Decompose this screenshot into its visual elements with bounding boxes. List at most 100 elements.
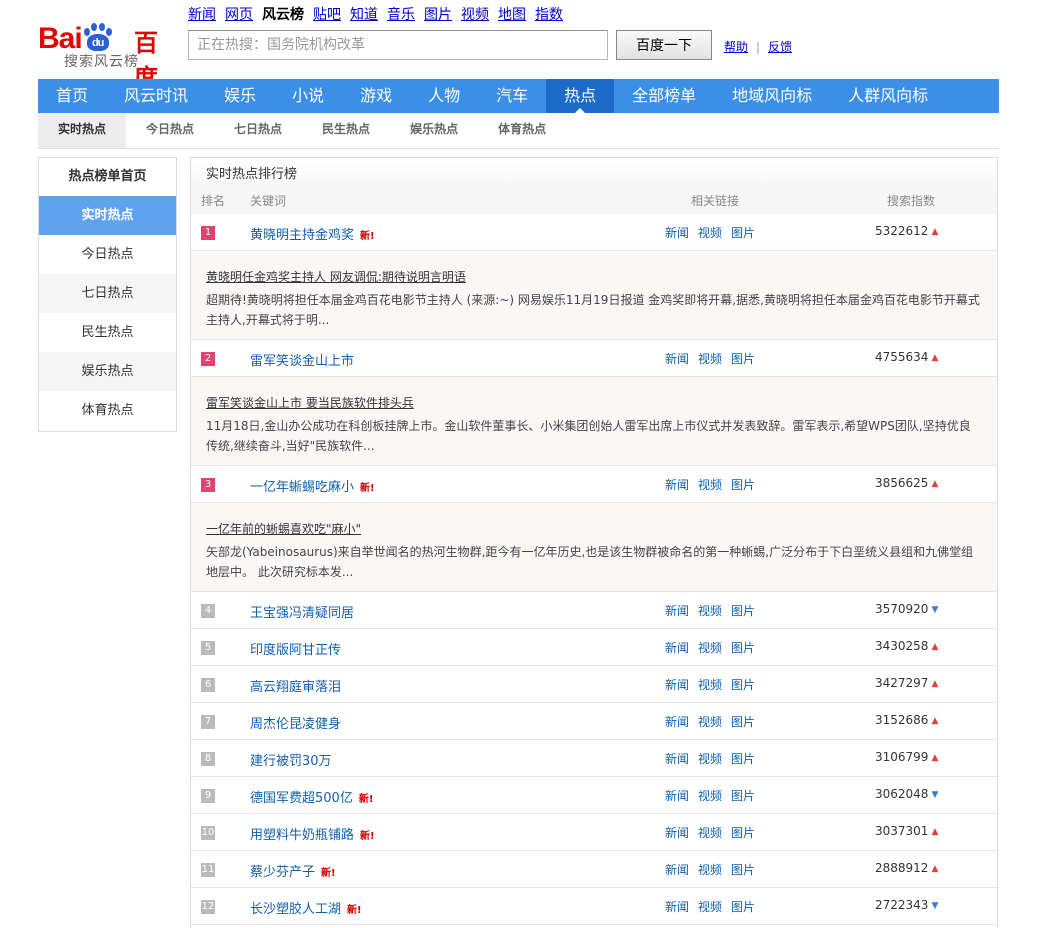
main-nav-item[interactable]: 人群风向标 [830, 79, 946, 113]
help-link[interactable]: 帮助 [724, 40, 748, 54]
main-nav-item[interactable]: 汽车 [478, 79, 546, 113]
keyword-link[interactable]: 印度版阿甘正传 [250, 639, 341, 658]
summary-title-link[interactable]: 雷军笑谈金山上市 要当民族软件排头兵 [206, 394, 981, 411]
image-link[interactable]: 图片 [731, 604, 755, 618]
keyword-link[interactable]: 高云翔庭审落泪 [250, 676, 341, 695]
main-nav-item[interactable]: 人物 [410, 79, 478, 113]
keyword-link[interactable]: 蔡少芬产子 新! [250, 861, 336, 880]
main-nav-item[interactable]: 地域风向标 [714, 79, 830, 113]
sidebar-item[interactable]: 娱乐热点 [39, 352, 176, 391]
keyword-link[interactable]: 建行被罚30万 [250, 750, 332, 769]
news-link[interactable]: 新闻 [665, 478, 689, 492]
sidebar-item[interactable]: 今日热点 [39, 235, 176, 274]
video-link[interactable]: 视频 [698, 678, 722, 692]
summary-title-link[interactable]: 一亿年前的蜥蜴喜欢吃"麻小" [206, 520, 981, 537]
feedback-link[interactable]: 反馈 [768, 40, 792, 54]
keyword-link[interactable]: 黄晓明主持金鸡奖 新! [250, 224, 375, 243]
search-index: 3430258 ▲ [875, 639, 938, 653]
main-nav-item[interactable]: 热点 [546, 79, 615, 114]
video-link[interactable]: 视频 [698, 604, 722, 618]
news-link[interactable]: 新闻 [665, 900, 689, 914]
image-link[interactable]: 图片 [731, 352, 755, 366]
video-link[interactable]: 视频 [698, 863, 722, 877]
sidebar-item[interactable]: 七日热点 [39, 274, 176, 313]
keyword-link[interactable]: 王宝强冯清疑同居 [250, 602, 354, 621]
sub-nav-item[interactable]: 今日热点 [126, 113, 214, 148]
search-index-value: 3037301 [875, 824, 929, 838]
news-link[interactable]: 新闻 [665, 863, 689, 877]
image-link[interactable]: 图片 [731, 752, 755, 766]
news-link[interactable]: 新闻 [665, 352, 689, 366]
trend-up-icon: ▲ [931, 679, 939, 689]
sidebar-item[interactable]: 民生热点 [39, 313, 176, 352]
search-button[interactable]: 百度一下 [616, 30, 712, 60]
keyword-text: 高云翔庭审落泪 [250, 680, 342, 695]
topnav-item[interactable]: 新闻 [188, 7, 216, 23]
news-link[interactable]: 新闻 [665, 226, 689, 240]
news-link[interactable]: 新闻 [665, 604, 689, 618]
sidebar-head[interactable]: 热点榜单首页 [39, 158, 176, 196]
main-nav-item[interactable]: 小说 [274, 79, 342, 113]
keyword-link[interactable]: 雷军笑谈金山上市 [250, 350, 354, 369]
news-link[interactable]: 新闻 [665, 641, 689, 655]
col-keyword: 关键词 [250, 194, 287, 208]
keyword-link[interactable]: 一亿年蜥蜴吃麻小 新! [250, 476, 375, 495]
news-link[interactable]: 新闻 [665, 678, 689, 692]
video-link[interactable]: 视频 [698, 478, 722, 492]
image-link[interactable]: 图片 [731, 789, 755, 803]
topnav-item[interactable]: 指数 [535, 7, 563, 23]
keyword-link[interactable]: 用塑料牛奶瓶铺路 新! [250, 824, 375, 843]
main-nav-item[interactable]: 娱乐 [206, 79, 274, 113]
image-link[interactable]: 图片 [731, 863, 755, 877]
video-link[interactable]: 视频 [698, 715, 722, 729]
video-link[interactable]: 视频 [698, 900, 722, 914]
topnav-item[interactable]: 地图 [498, 7, 526, 23]
keyword-link[interactable]: 长沙塑胶人工湖 新! [250, 898, 362, 917]
news-link[interactable]: 新闻 [665, 752, 689, 766]
topnav-item[interactable]: 音乐 [387, 7, 415, 23]
topnav-item[interactable]: 视频 [461, 7, 489, 23]
image-link[interactable]: 图片 [731, 678, 755, 692]
sub-nav-item[interactable]: 体育热点 [478, 113, 566, 148]
sub-nav-item[interactable]: 七日热点 [214, 113, 302, 148]
sub-nav-item[interactable]: 娱乐热点 [390, 113, 478, 148]
image-link[interactable]: 图片 [731, 226, 755, 240]
main-nav-item[interactable]: 游戏 [342, 79, 410, 113]
image-link[interactable]: 图片 [731, 715, 755, 729]
baidu-logo[interactable]: Bai du 百度 搜索风云榜 [38, 8, 178, 92]
main-nav-item[interactable]: 风云时讯 [106, 79, 206, 113]
main-nav-item[interactable]: 首页 [38, 79, 106, 113]
keyword-link[interactable]: 德国军费超500亿 新! [250, 787, 373, 806]
topnav-item[interactable]: 网页 [225, 7, 253, 23]
rank-badge: 3 [201, 478, 215, 492]
sidebar-item[interactable]: 体育热点 [39, 391, 176, 430]
topnav-item[interactable]: 知道 [350, 7, 378, 23]
search-input[interactable]: 正在热搜：国务院机构改革 [188, 30, 608, 60]
trend-up-icon: ▲ [931, 227, 939, 237]
keyword-link[interactable]: 周杰伦昆凌健身 [250, 713, 341, 732]
video-link[interactable]: 视频 [698, 752, 722, 766]
sub-nav-item[interactable]: 民生热点 [302, 113, 390, 148]
summary-title-link[interactable]: 黄晓明任金鸡奖主持人 网友调侃:期待说明言明语 [206, 268, 981, 285]
topnav-item[interactable]: 贴吧 [313, 7, 341, 23]
video-link[interactable]: 视频 [698, 641, 722, 655]
video-link[interactable]: 视频 [698, 789, 722, 803]
news-link[interactable]: 新闻 [665, 826, 689, 840]
video-link[interactable]: 视频 [698, 226, 722, 240]
video-link[interactable]: 视频 [698, 826, 722, 840]
search-index-value: 3430258 [875, 639, 929, 653]
sub-nav-item[interactable]: 实时热点 [38, 113, 127, 148]
trend-up-icon: ▲ [931, 642, 939, 652]
sidebar-item[interactable]: 实时热点 [39, 196, 176, 235]
topnav-item[interactable]: 风云榜 [262, 7, 304, 23]
image-link[interactable]: 图片 [731, 900, 755, 914]
topnav-item[interactable]: 图片 [424, 7, 452, 23]
main-nav-item[interactable]: 全部榜单 [614, 79, 714, 113]
rank-badge: 4 [201, 604, 215, 618]
image-link[interactable]: 图片 [731, 826, 755, 840]
news-link[interactable]: 新闻 [665, 789, 689, 803]
news-link[interactable]: 新闻 [665, 715, 689, 729]
image-link[interactable]: 图片 [731, 641, 755, 655]
image-link[interactable]: 图片 [731, 478, 755, 492]
video-link[interactable]: 视频 [698, 352, 722, 366]
